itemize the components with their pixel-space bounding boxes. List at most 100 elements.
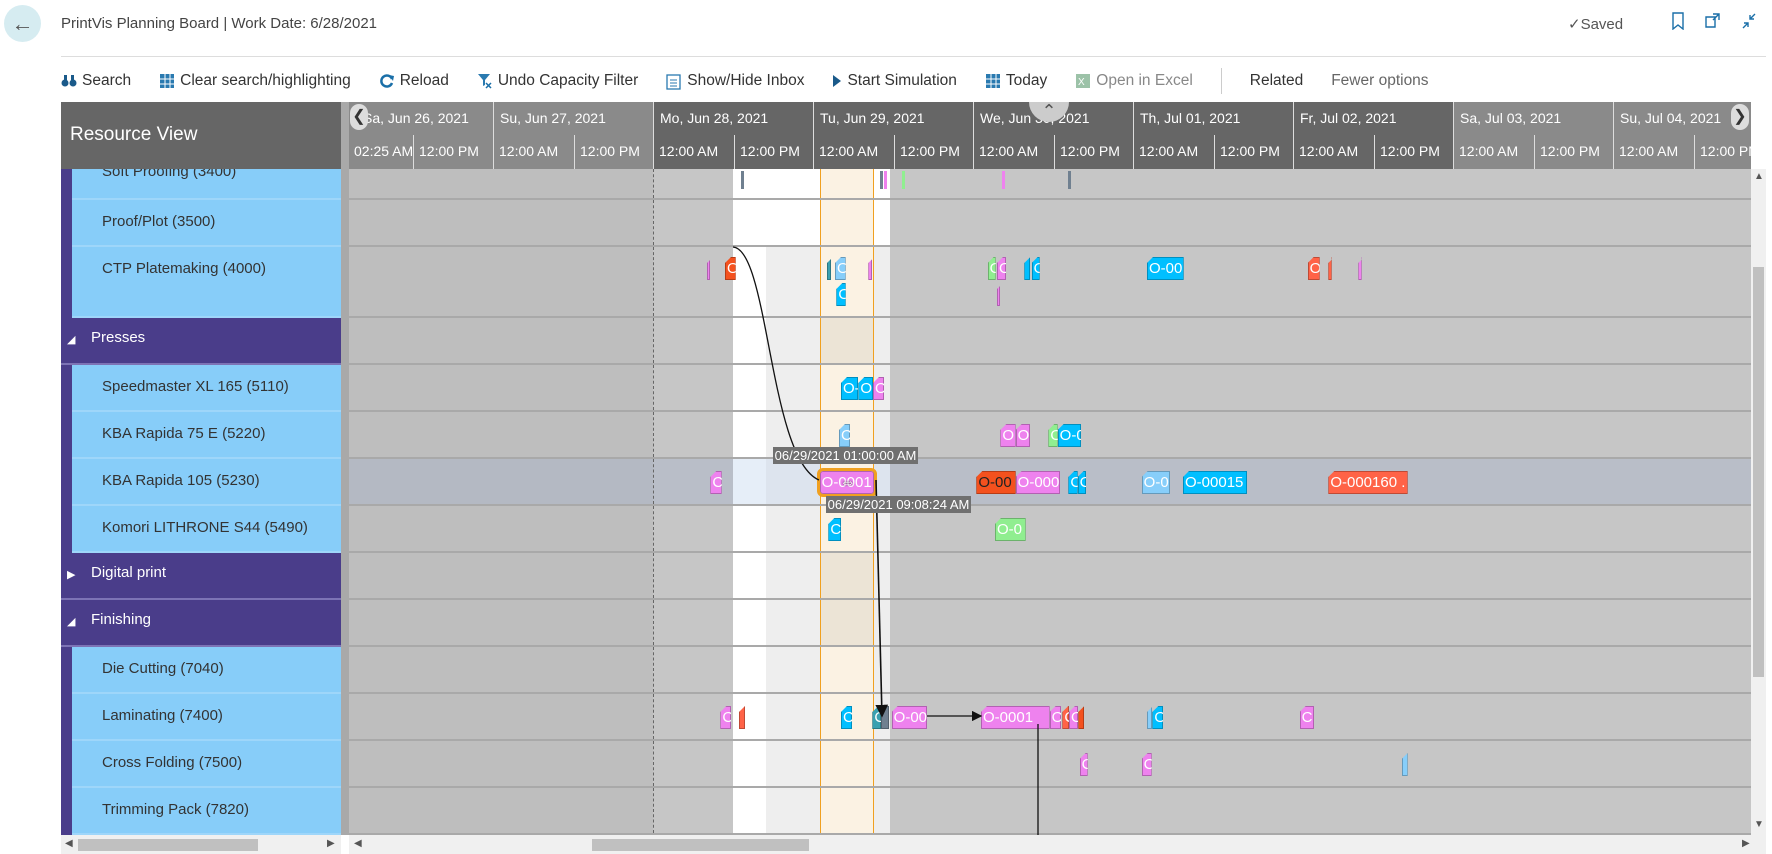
scroll-up-arrow-icon[interactable]: ▲ xyxy=(1754,171,1764,182)
job-bar[interactable]: O-00 xyxy=(891,706,927,729)
job-marker[interactable] xyxy=(1068,171,1072,189)
toolbar-today-button[interactable]: Today xyxy=(985,72,1047,90)
bookmark-icon[interactable] xyxy=(1667,12,1689,34)
resource-row-speedmaster-xl-165-5110[interactable]: Speedmaster XL 165 (5110) xyxy=(72,365,341,412)
toolbar-reload-button[interactable]: Reload xyxy=(379,72,449,90)
job-bar[interactable] xyxy=(1024,257,1031,280)
job-bar[interactable] xyxy=(997,283,1001,306)
scroll-left-arrow-icon[interactable]: ◀ xyxy=(65,838,73,849)
vertical-scroll-thumb[interactable] xyxy=(1753,267,1764,677)
job-bar[interactable] xyxy=(1078,706,1085,729)
expand-triangle-icon[interactable]: ▶ xyxy=(67,568,75,581)
resource-row-ctp-platemaking-4000[interactable]: CTP Platemaking (4000) xyxy=(72,247,341,318)
scroll-right-arrow-icon[interactable]: ▶ xyxy=(327,838,335,849)
job-marker[interactable] xyxy=(741,171,745,189)
related-button[interactable]: Related xyxy=(1250,72,1303,90)
open-new-window-icon[interactable] xyxy=(1702,12,1724,34)
job-bar[interactable] xyxy=(1401,753,1408,776)
scroll-right-button[interactable]: ❯ xyxy=(1731,104,1749,130)
toolbar-search-button[interactable]: Search xyxy=(61,72,131,90)
timeline-row[interactable]: C O-0001 ⇔ O-00 O-000 C C O-0 O-00015 O-000160 .0… xyxy=(349,447,1751,513)
scroll-left-button[interactable]: ❮ xyxy=(350,104,368,130)
resource-row-soft-proofing-3400[interactable]: Soft Proofing (3400) xyxy=(72,169,341,200)
resource-row-proof-plot-3500[interactable]: Proof/Plot (3500) xyxy=(72,200,341,247)
job-bar[interactable]: O xyxy=(1069,706,1079,729)
job-bar[interactable]: O xyxy=(1049,706,1061,729)
timeline-horizontal-scrollbar[interactable]: ◀ ▶ xyxy=(349,835,1766,854)
timeline-scroll-thumb[interactable] xyxy=(592,839,809,851)
job-bar[interactable] xyxy=(707,257,711,280)
timeline-grid[interactable]: OOOOOO-00OOO-0OOCOOOO-0CO-0001⇔O-00O-000… xyxy=(349,169,1751,835)
job-bar[interactable]: O-00015 xyxy=(1183,471,1247,494)
resource-row-cross-folding-7500[interactable]: Cross Folding (7500) xyxy=(72,741,341,788)
scroll-down-arrow-icon[interactable]: ▼ xyxy=(1754,819,1764,830)
job-bar[interactable]: C xyxy=(1079,753,1088,776)
toolbar-undo-capacity-filter-button[interactable]: Undo Capacity Filter xyxy=(477,72,638,90)
toolbar-open-in-excel-button[interactable]: X Open in Excel xyxy=(1075,72,1193,90)
timeline-row[interactable]: CCCO-00O-0001OCOO-C xyxy=(349,694,1751,741)
job-bar[interactable]: O-000 xyxy=(1015,471,1061,494)
job-bar[interactable]: O xyxy=(1307,257,1320,280)
job-bar[interactable] xyxy=(1328,257,1332,280)
resource-group-finishing[interactable]: ◢ Finishing xyxy=(61,600,341,647)
resource-row-komori-lithrone-s44-5490[interactable]: Komori LITHRONE S44 (5490) xyxy=(72,506,341,553)
back-button[interactable]: ← xyxy=(4,5,41,42)
timeline-row[interactable]: C O-0 xyxy=(349,506,1751,553)
toolbar-show-hide-inbox-button[interactable]: Show/Hide Inbox xyxy=(666,72,804,90)
toolbar-start-simulation-button[interactable]: Start Simulation xyxy=(832,72,957,90)
job-marker[interactable] xyxy=(1001,171,1005,189)
job-bar[interactable]: O-00 xyxy=(976,471,1016,494)
timeline-row[interactable] xyxy=(349,200,1751,247)
job-bar[interactable]: O-0 xyxy=(841,377,859,400)
resource-row-kba-rapida-105-5230[interactable]: KBA Rapida 105 (5230) xyxy=(72,459,341,506)
job-bar[interactable]: O-0001 ⇔ xyxy=(816,468,877,497)
collapse-triangle-icon[interactable]: ◢ xyxy=(67,615,75,628)
job-bar[interactable]: O-0 xyxy=(1057,424,1081,447)
job-bar[interactable]: C xyxy=(1299,706,1315,729)
job-bar[interactable]: O- xyxy=(1152,706,1163,729)
timeline-row[interactable] xyxy=(349,788,1751,835)
toolbar-clear-search-highlighting-button[interactable]: Clear search/highlighting xyxy=(159,72,351,90)
job-bar[interactable]: O-0 xyxy=(995,518,1026,541)
job-marker[interactable] xyxy=(883,171,887,189)
job-bar[interactable] xyxy=(1147,706,1153,729)
timeline-row[interactable] xyxy=(349,169,1751,200)
job-bar[interactable]: O xyxy=(725,257,736,280)
timeline-row[interactable] xyxy=(349,553,1751,600)
job-bar[interactable]: O-000160 . xyxy=(1328,471,1408,494)
scroll-left-arrow-icon[interactable]: ◀ xyxy=(354,838,362,849)
job-bar[interactable]: C xyxy=(1141,753,1152,776)
resource-group-digital-print[interactable]: ▶ Digital print xyxy=(61,553,341,600)
job-bar[interactable]: C xyxy=(710,471,722,494)
timeline-row[interactable] xyxy=(349,600,1751,647)
job-bar[interactable]: O-0 xyxy=(1141,471,1171,494)
resource-row-kba-rapida-75-e-5220[interactable]: KBA Rapida 75 E (5220) xyxy=(72,412,341,459)
timeline-row[interactable]: C O O O O-0 xyxy=(349,412,1751,459)
job-bar[interactable]: O xyxy=(987,257,996,280)
panel-splitter[interactable] xyxy=(341,102,349,835)
job-bar[interactable]: O-00 xyxy=(1147,257,1184,280)
job-bar[interactable]: O xyxy=(997,257,1007,280)
job-bar[interactable]: C xyxy=(720,706,731,729)
collapse-triangle-icon[interactable]: ◢ xyxy=(67,333,75,346)
timeline-row[interactable]: CC xyxy=(349,741,1751,788)
fewer-options-button[interactable]: Fewer options xyxy=(1331,72,1428,90)
vertical-scrollbar[interactable]: ▲ ▼ xyxy=(1751,169,1766,835)
job-bar[interactable]: O xyxy=(1000,424,1016,447)
job-bar[interactable]: O xyxy=(1048,424,1058,447)
sidebar-horizontal-scrollbar[interactable]: ◀ ▶ xyxy=(61,835,341,854)
job-bar[interactable] xyxy=(1358,257,1362,280)
job-bar[interactable]: C xyxy=(1077,471,1087,494)
timeline-row[interactable] xyxy=(349,318,1751,365)
resource-group-presses[interactable]: ◢ Presses xyxy=(61,318,341,365)
resource-row-laminating-7400[interactable]: Laminating (7400) xyxy=(72,694,341,741)
timeline-row[interactable]: O-0OO xyxy=(349,365,1751,412)
resource-row-trimming-pack-7820[interactable]: Trimming Pack (7820) xyxy=(72,788,341,835)
job-bar[interactable]: C xyxy=(1062,706,1069,729)
timeline-row[interactable] xyxy=(349,647,1751,694)
job-bar[interactable]: O-0001 xyxy=(981,706,1050,729)
job-bar[interactable]: O xyxy=(1031,257,1040,280)
job-bar[interactable]: O xyxy=(1015,424,1031,447)
timeline-row[interactable]: O O O O O O-00 O O xyxy=(349,247,1751,318)
sidebar-scroll-thumb[interactable] xyxy=(78,839,258,851)
